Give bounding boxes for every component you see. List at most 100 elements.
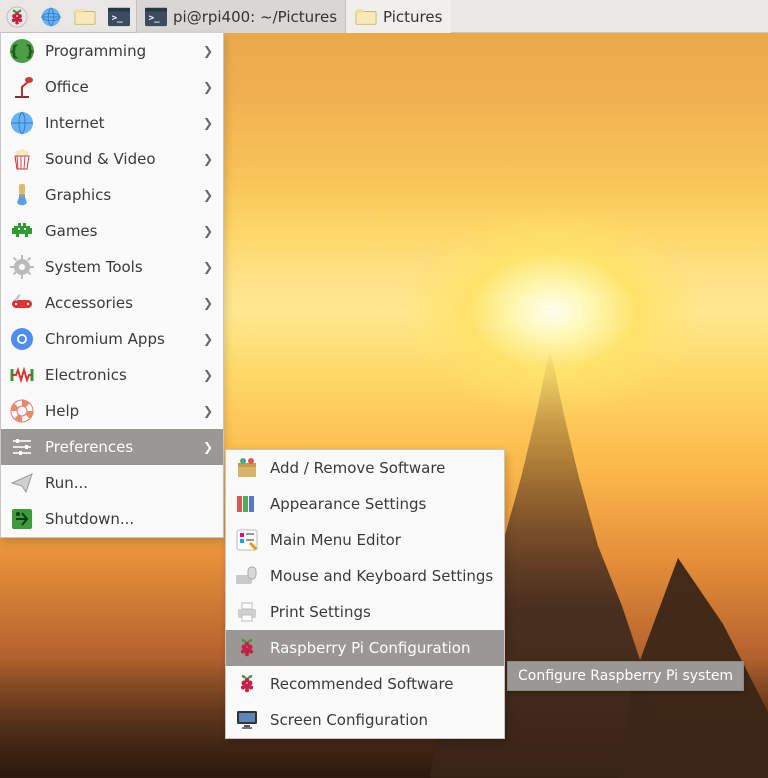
file-manager-launcher[interactable] [68,0,102,33]
mouse-keyboard-icon [234,563,260,589]
submenu-item-appearance[interactable]: Appearance Settings [226,486,504,522]
terminal-icon: >_ [145,6,167,28]
menu-item-shutdown[interactable]: Shutdown... [1,501,223,537]
submenu-item-label: Raspberry Pi Configuration [270,639,494,657]
braces-icon: { } [9,38,35,64]
globe-icon [9,110,35,136]
menu-item-label: Help [45,402,193,420]
submenu-item-recommended[interactable]: Recommended Software [226,666,504,702]
menu-item-label: System Tools [45,258,193,276]
package-icon [234,455,260,481]
menu-item-label: Shutdown... [45,510,213,528]
raspberry-icon [6,6,28,28]
menu-item-sound-video[interactable]: Sound & Video ❯ [1,141,223,177]
menu-item-chromium-apps[interactable]: Chromium Apps ❯ [1,321,223,357]
submenu-item-print[interactable]: Print Settings [226,594,504,630]
submenu-item-screen-config[interactable]: Screen Configuration [226,702,504,738]
raspberry-icon [234,635,260,661]
swiss-knife-icon [9,290,35,316]
lifebuoy-icon [9,398,35,424]
terminal-icon: >_ [108,6,130,28]
menu-item-label: Sound & Video [45,150,193,168]
web-browser-launcher[interactable] [34,0,68,33]
chevron-right-icon: ❯ [203,224,213,238]
chevron-right-icon: ❯ [203,116,213,130]
menu-item-label: Chromium Apps [45,330,193,348]
menu-item-label: Accessories [45,294,193,312]
menu-item-preferences[interactable]: Preferences ❯ [1,429,223,465]
task-label: pi@rpi400: ~/Pictures [173,8,337,26]
submenu-item-add-remove[interactable]: Add / Remove Software [226,450,504,486]
svg-text:{ }: { } [9,42,35,60]
menu-editor-icon [234,527,260,553]
chevron-right-icon: ❯ [203,332,213,346]
menu-item-accessories[interactable]: Accessories ❯ [1,285,223,321]
submenu-item-menu-editor[interactable]: Main Menu Editor [226,522,504,558]
task-label: Pictures [383,8,442,26]
menu-item-internet[interactable]: Internet ❯ [1,105,223,141]
submenu-item-label: Print Settings [270,603,494,621]
preferences-submenu: Add / Remove Software Appearance Setting… [225,449,505,739]
menu-item-label: Office [45,78,193,96]
svg-text:>_: >_ [112,12,124,23]
terminal-launcher[interactable]: >_ [102,0,136,33]
task-terminal[interactable]: >_ pi@rpi400: ~/Pictures [136,0,346,33]
chevron-right-icon: ❯ [203,296,213,310]
tooltip-text: Configure Raspberry Pi system [518,668,733,684]
submenu-item-label: Add / Remove Software [270,459,494,477]
menu-item-system-tools[interactable]: System Tools ❯ [1,249,223,285]
paintbrush-icon [9,182,35,208]
desk-lamp-icon [9,74,35,100]
submenu-item-label: Appearance Settings [270,495,494,513]
submenu-item-label: Mouse and Keyboard Settings [270,567,494,585]
chevron-right-icon: ❯ [203,152,213,166]
start-button[interactable] [0,0,34,33]
submenu-item-mouse-keyboard[interactable]: Mouse and Keyboard Settings [226,558,504,594]
menu-item-label: Programming [45,42,193,60]
submenu-item-label: Main Menu Editor [270,531,494,549]
chevron-right-icon: ❯ [203,368,213,382]
submenu-item-label: Recommended Software [270,675,494,693]
submenu-item-rpi-config[interactable]: Raspberry Pi Configuration [226,630,504,666]
raspberry-icon [234,671,260,697]
chevron-right-icon: ❯ [203,188,213,202]
gear-icon [9,254,35,280]
menu-item-office[interactable]: Office ❯ [1,69,223,105]
printer-icon [234,599,260,625]
menu-item-programming[interactable]: { } Programming ❯ [1,33,223,69]
sliders-icon [9,434,35,460]
chromium-icon [9,326,35,352]
menu-item-label: Internet [45,114,193,132]
folder-icon [355,6,377,28]
exit-icon [9,506,35,532]
folder-icon [74,6,96,28]
menu-item-run[interactable]: Run... [1,465,223,501]
invader-icon [9,218,35,244]
svg-text:>_: >_ [149,12,161,23]
chevron-right-icon: ❯ [203,260,213,274]
chevron-right-icon: ❯ [203,440,213,454]
menu-item-label: Electronics [45,366,193,384]
submenu-item-label: Screen Configuration [270,711,494,729]
menu-item-help[interactable]: Help ❯ [1,393,223,429]
resistor-icon [9,362,35,388]
menu-item-games[interactable]: Games ❯ [1,213,223,249]
menu-item-label: Run... [45,474,213,492]
paper-plane-icon [9,470,35,496]
menu-item-electronics[interactable]: Electronics ❯ [1,357,223,393]
tooltip: Configure Raspberry Pi system [507,661,744,691]
popcorn-icon [9,146,35,172]
taskbar: >_ >_ pi@rpi400: ~/Pictures Pictures [0,0,768,33]
chevron-right-icon: ❯ [203,80,213,94]
chevron-right-icon: ❯ [203,44,213,58]
menu-item-graphics[interactable]: Graphics ❯ [1,177,223,213]
monitor-icon [234,707,260,733]
menu-item-label: Preferences [45,438,193,456]
application-menu: { } Programming ❯ Office ❯ Internet ❯ So… [0,33,224,538]
menu-item-label: Games [45,222,193,240]
task-filemanager[interactable]: Pictures [346,0,451,33]
menu-item-label: Graphics [45,186,193,204]
chevron-right-icon: ❯ [203,404,213,418]
swatches-icon [234,491,260,517]
globe-icon [40,6,62,28]
